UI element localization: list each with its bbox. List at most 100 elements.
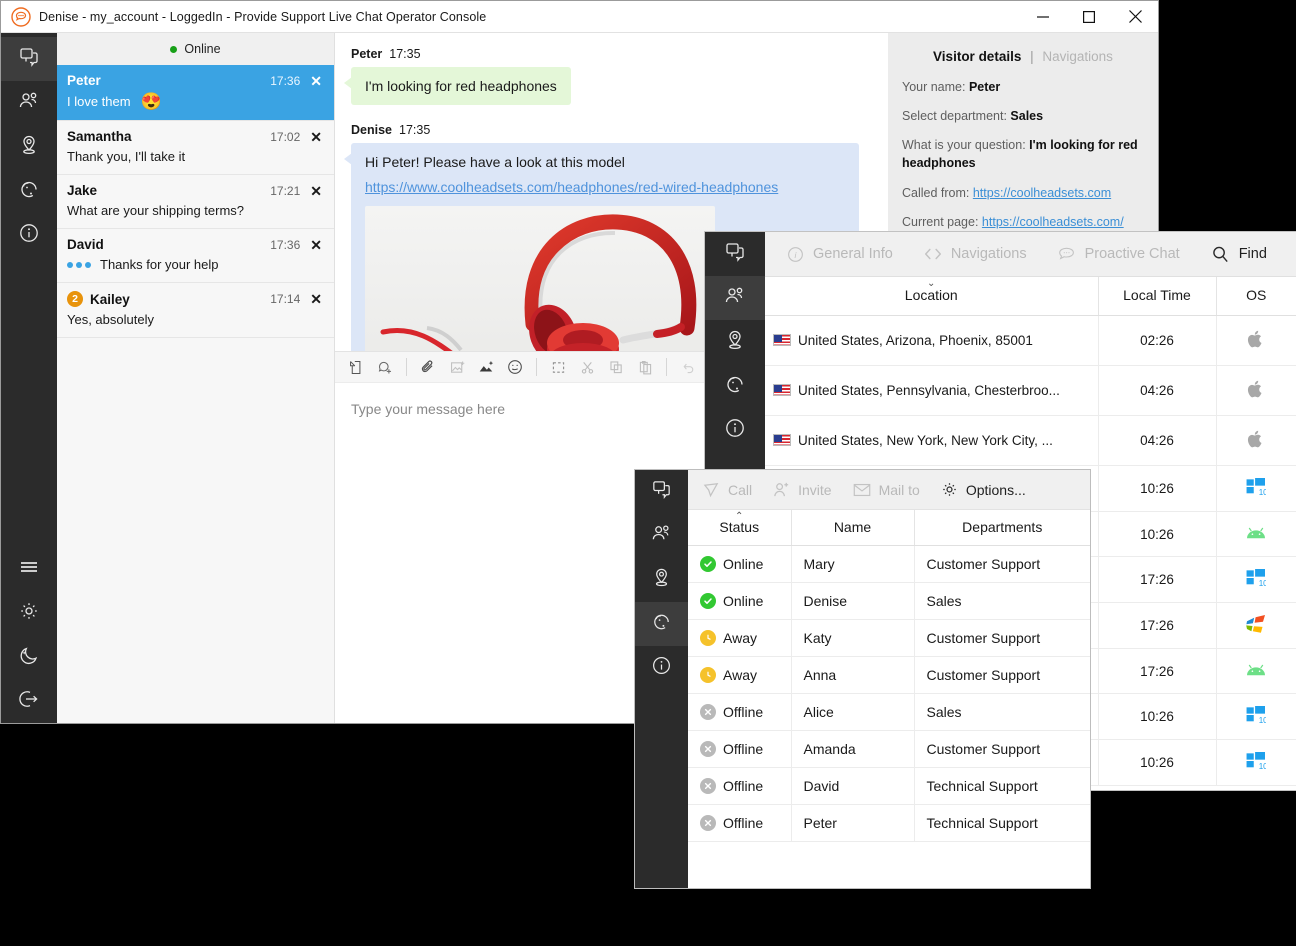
table-row[interactable]: United States, Arizona, Phoenix, 8500102… bbox=[765, 316, 1296, 366]
conversation-item[interactable]: Peter17:36✕I love them😍 bbox=[57, 65, 334, 121]
table-row[interactable]: AwayKatyCustomer Support bbox=[688, 620, 1090, 657]
conversation-item[interactable]: David17:36✕Thanks for your help bbox=[57, 229, 334, 283]
table-row[interactable]: United States, Pennsylvania, Chesterbroo… bbox=[765, 366, 1296, 416]
close-conversation-icon[interactable]: ✕ bbox=[310, 74, 322, 88]
conversation-preview: What are your shipping terms? bbox=[67, 203, 322, 218]
sort-desc-caret-icon: ⌄ bbox=[765, 278, 1098, 289]
tab-navigations[interactable]: Navigations bbox=[1042, 49, 1113, 64]
table-row[interactable]: United States, New York, New York City, … bbox=[765, 416, 1296, 466]
close-conversation-icon[interactable]: ✕ bbox=[310, 130, 322, 144]
visitor-os-cell bbox=[1216, 416, 1296, 466]
rail-item-operators[interactable] bbox=[705, 364, 765, 408]
rail-item-operators[interactable] bbox=[635, 602, 688, 646]
conversation-item[interactable]: Samantha17:02✕Thank you, I'll take it bbox=[57, 121, 334, 175]
message-text: Hi Peter! Please have a look at this mod… bbox=[365, 154, 625, 170]
presence-status-bar[interactable]: Online bbox=[57, 33, 334, 65]
conversation-preview: Thank you, I'll take it bbox=[67, 149, 322, 164]
rail-item-visitors[interactable] bbox=[705, 276, 765, 320]
visitors-table-header: ⌄ Location Local Time OS bbox=[765, 277, 1296, 316]
table-row[interactable]: OnlineMaryCustomer Support bbox=[688, 546, 1090, 583]
canned-response-icon[interactable] bbox=[343, 354, 369, 380]
rail-item-settings[interactable] bbox=[1, 591, 57, 635]
minimize-button[interactable] bbox=[1020, 1, 1066, 33]
rail-item-away[interactable] bbox=[1, 635, 57, 679]
toolbar-label: Mail to bbox=[879, 482, 920, 498]
message-link[interactable]: https://www.coolheadsets.com/headphones/… bbox=[365, 179, 845, 195]
rail-item-chats[interactable] bbox=[1, 37, 57, 81]
column-header-os[interactable]: OS bbox=[1216, 277, 1296, 316]
mail-to-button[interactable]: Mail to bbox=[842, 470, 930, 510]
close-conversation-icon[interactable]: ✕ bbox=[310, 292, 322, 306]
rail-item-info[interactable] bbox=[705, 408, 765, 452]
paste-icon[interactable] bbox=[632, 354, 658, 380]
operator-status-cell: Offline bbox=[688, 731, 791, 768]
column-header-departments[interactable]: Departments bbox=[914, 510, 1090, 546]
rail-item-location[interactable] bbox=[1, 125, 57, 169]
column-label: OS bbox=[1246, 287, 1266, 303]
call-button[interactable]: Call bbox=[692, 470, 762, 510]
close-conversation-icon[interactable]: ✕ bbox=[310, 184, 322, 198]
visitors-icon bbox=[650, 522, 673, 550]
emoji-icon[interactable] bbox=[502, 354, 528, 380]
screenshot-icon[interactable] bbox=[473, 354, 499, 380]
select-area-icon[interactable] bbox=[545, 354, 571, 380]
tab-visitor-details[interactable]: Visitor details bbox=[933, 49, 1021, 64]
rail-item-operators[interactable] bbox=[1, 169, 57, 213]
rail-item-chats[interactable] bbox=[635, 470, 688, 514]
add-canned-response-icon[interactable] bbox=[372, 354, 398, 380]
conversation-list: Peter17:36✕I love them😍Samantha17:02✕Tha… bbox=[57, 65, 334, 338]
table-row[interactable]: OfflineAmandaCustomer Support bbox=[688, 731, 1090, 768]
maximize-button[interactable] bbox=[1066, 1, 1112, 33]
close-button[interactable] bbox=[1112, 1, 1158, 33]
table-row[interactable]: OfflinePeterTechnical Support bbox=[688, 805, 1090, 842]
invite-button[interactable]: Invite bbox=[762, 470, 841, 510]
table-row[interactable]: OfflineDavidTechnical Support bbox=[688, 768, 1090, 805]
column-header-location[interactable]: ⌄ Location bbox=[765, 277, 1098, 316]
table-row[interactable]: OfflineAliceSales bbox=[688, 694, 1090, 731]
tab-proactive-chat[interactable]: Proactive Chat bbox=[1044, 232, 1193, 277]
table-row[interactable]: AwayAnnaCustomer Support bbox=[688, 657, 1090, 694]
undo-icon[interactable] bbox=[675, 354, 701, 380]
column-header-name[interactable]: Name bbox=[791, 510, 914, 546]
visitor-details-fields: Your name: PeterSelect department: Sales… bbox=[902, 78, 1144, 231]
conversation-time: 17:21 bbox=[270, 184, 300, 198]
rail-item-menu[interactable] bbox=[1, 547, 57, 591]
column-header-local-time[interactable]: Local Time bbox=[1098, 277, 1216, 316]
close-conversation-icon[interactable]: ✕ bbox=[310, 238, 322, 252]
rail-item-visitors[interactable] bbox=[635, 514, 688, 558]
column-header-status[interactable]: ⌃ Status bbox=[688, 510, 791, 546]
conversation-name: Peter bbox=[67, 73, 101, 88]
copy-icon[interactable] bbox=[603, 354, 629, 380]
rail-item-chats[interactable] bbox=[705, 232, 765, 276]
rail-item-visitors[interactable] bbox=[1, 81, 57, 125]
detail-label: Select department: bbox=[902, 109, 1010, 123]
conversation-item[interactable]: 2Kailey17:14✕Yes, absolutely bbox=[57, 283, 334, 338]
visitor-local-time-cell: 10:26 bbox=[1098, 694, 1216, 740]
operator-status-label: Offline bbox=[723, 741, 763, 757]
options-button[interactable]: Options... bbox=[930, 470, 1036, 510]
window-controls bbox=[1020, 1, 1158, 33]
visitor-os-cell bbox=[1216, 512, 1296, 557]
cut-icon[interactable] bbox=[574, 354, 600, 380]
tab-general-info[interactable]: i General Info bbox=[773, 232, 906, 277]
rail-item-info[interactable] bbox=[635, 646, 688, 690]
tab-navigations[interactable]: Navigations bbox=[910, 232, 1040, 277]
attach-file-icon[interactable] bbox=[415, 354, 441, 380]
visitor-local-time-cell: 17:26 bbox=[1098, 649, 1216, 694]
conversation-item[interactable]: Jake17:21✕What are your shipping terms? bbox=[57, 175, 334, 229]
message-bubble-visitor: I'm looking for red headphones bbox=[351, 67, 571, 105]
tab-find[interactable]: Find bbox=[1197, 232, 1280, 277]
operator-status-label: Offline bbox=[723, 778, 763, 794]
rail-item-location[interactable] bbox=[705, 320, 765, 364]
rail-item-location[interactable] bbox=[635, 558, 688, 602]
detail-link[interactable]: https://coolheadsets.com bbox=[973, 186, 1111, 200]
table-row[interactable]: OnlineDeniseSales bbox=[688, 583, 1090, 620]
rail-item-logout[interactable] bbox=[1, 679, 57, 723]
message-header: Peter17:35 bbox=[351, 47, 872, 61]
rail-item-info[interactable] bbox=[1, 213, 57, 257]
gear-icon bbox=[17, 599, 41, 628]
conversation-time: 17:36 bbox=[270, 74, 300, 88]
insert-image-icon[interactable] bbox=[444, 354, 470, 380]
detail-link[interactable]: https://coolheadsets.com/ bbox=[982, 215, 1124, 229]
link-preview-image[interactable] bbox=[365, 206, 715, 351]
